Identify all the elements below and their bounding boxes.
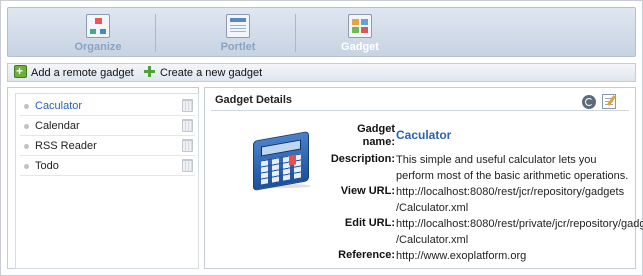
gadget-list-item-caculator[interactable]: Caculator: [20, 97, 195, 116]
gadget-list-item-calendar[interactable]: Calendar: [20, 117, 195, 136]
reference-label: Reference:: [338, 249, 395, 261]
gadget-name-label: Gadget name:: [357, 123, 395, 148]
nav-tab-gadget[interactable]: Gadget: [290, 8, 430, 58]
bullet-icon: [24, 104, 29, 109]
nav-tab-label: Portlet: [220, 41, 256, 53]
top-navigation: Organize Portlet Gadget: [7, 7, 636, 57]
gadget-list-panel: Caculator Calendar RSS Reader Todo: [7, 87, 199, 269]
portlet-icon: [226, 14, 250, 38]
nav-tab-organize[interactable]: Organize: [28, 8, 168, 58]
nav-tab-label: Gadget: [341, 41, 379, 53]
bullet-icon: [24, 124, 29, 129]
gadget-list-item-rss-reader[interactable]: RSS Reader: [20, 137, 195, 156]
gadget-list-item-label: Todo: [35, 160, 59, 172]
add-remote-gadget-button[interactable]: Add a remote gadget: [14, 63, 134, 81]
gadget-list-item-label: RSS Reader: [35, 140, 97, 152]
description-value: This simple and useful calculator lets y…: [396, 154, 629, 182]
calculator-icon: [253, 131, 313, 191]
trash-icon[interactable]: [182, 99, 193, 112]
gadget-name-row: Gadget name: Caculator: [323, 122, 633, 150]
edit-icon[interactable]: [602, 94, 616, 109]
add-remote-gadget-label: Add a remote gadget: [31, 67, 134, 79]
trash-icon[interactable]: [182, 159, 193, 172]
nav-tab-portlet[interactable]: Portlet: [168, 8, 308, 58]
application-frame: Organize Portlet Gadget Add a remote gad…: [0, 0, 643, 276]
description-label: Description:: [330, 153, 395, 165]
bullet-icon: [24, 144, 29, 149]
gadget-icon: [348, 14, 372, 38]
create-new-gadget-label: Create a new gadget: [160, 67, 263, 79]
nav-divider: [155, 14, 156, 52]
bullet-icon: [24, 164, 29, 169]
view-url-label: View URL:: [340, 185, 395, 197]
gadget-list-item-label: Caculator: [35, 100, 83, 112]
trash-icon[interactable]: [182, 139, 193, 152]
gadget-details-panel: Gadget Details Gadget name: Caculator De…: [204, 87, 643, 269]
plus-icon: [143, 65, 156, 78]
gadget-list: Caculator Calendar RSS Reader Todo: [15, 93, 199, 269]
reference-value: http://www.exoplatform.org: [396, 250, 527, 262]
action-toolbar: Add a remote gadget Create a new gadget: [7, 63, 636, 82]
add-remote-gadget-icon: [14, 63, 27, 79]
edit-url-value: http://localhost:8080/rest/private/jcr/r…: [396, 218, 643, 246]
trash-icon[interactable]: [182, 119, 193, 132]
edit-url-label: Edit URL:: [344, 217, 395, 229]
details-header: Gadget Details: [211, 93, 629, 111]
nav-tab-label: Organize: [74, 41, 122, 53]
view-url-value: http://localhost:8080/rest/jcr/repositor…: [396, 186, 625, 214]
organize-icon: [86, 14, 110, 38]
gadget-list-item-todo[interactable]: Todo: [20, 157, 195, 176]
refresh-icon[interactable]: [582, 95, 596, 109]
create-new-gadget-button[interactable]: Create a new gadget: [143, 65, 262, 81]
gadget-list-item-label: Calendar: [35, 120, 80, 132]
details-title: Gadget Details: [215, 94, 293, 106]
gadget-name-value: Caculator: [396, 128, 452, 142]
